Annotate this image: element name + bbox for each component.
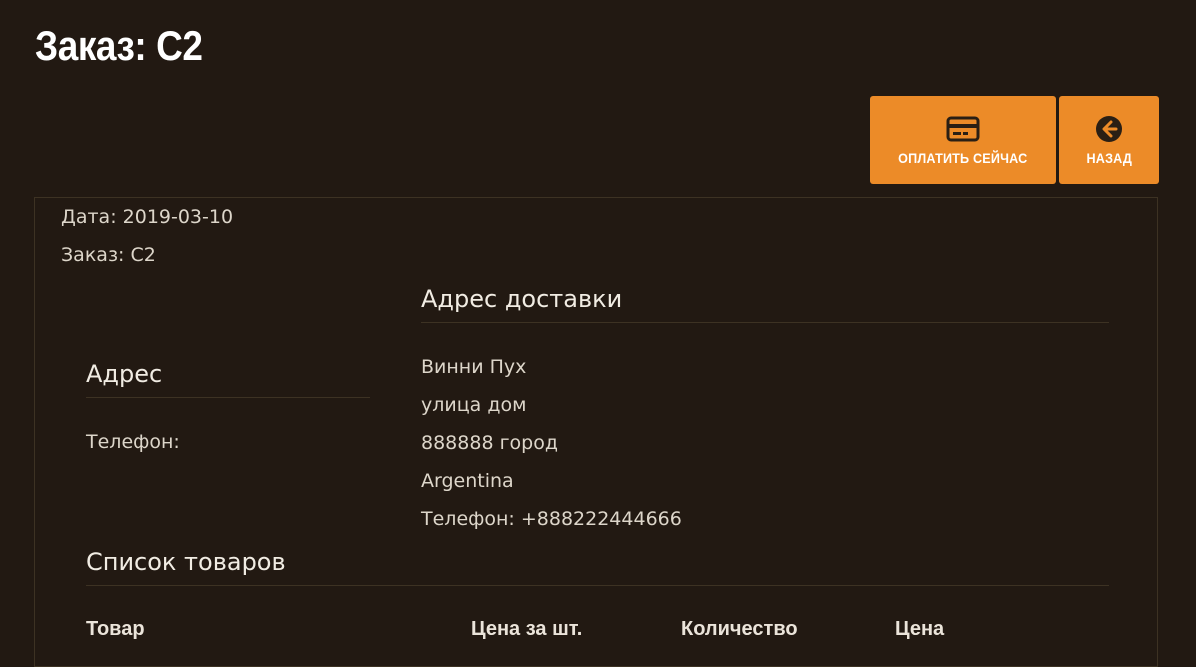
column-header-product: Товар xyxy=(86,618,145,640)
arrow-left-circle-icon xyxy=(1094,115,1124,143)
page-title: Заказ: C2 xyxy=(35,22,203,69)
pay-now-label: ОПЛАТИТЬ СЕЙЧАС xyxy=(898,149,1028,166)
delivery-address-block: Винни Пух улица дом 888888 город Argenti… xyxy=(421,354,682,544)
delivery-name: Винни Пух xyxy=(421,356,527,378)
order-date: Дата: 2019-03-10 xyxy=(61,206,234,228)
back-label: НАЗАД xyxy=(1086,149,1132,166)
column-header-quantity: Количество xyxy=(681,618,798,640)
delivery-country: Argentina xyxy=(421,470,514,492)
delivery-postcode-city: 888888 город xyxy=(421,432,558,454)
pay-now-button[interactable]: ОПЛАТИТЬ СЕЙЧАС xyxy=(870,96,1056,184)
column-header-price: Цена xyxy=(895,618,945,640)
credit-card-icon xyxy=(946,115,980,143)
action-toolbar: ОПЛАТИТЬ СЕЙЧАС НАЗАД xyxy=(870,96,1159,184)
delivery-address-title: Адрес доставки xyxy=(421,285,1109,323)
address-phone-label: Телефон: xyxy=(86,431,180,453)
back-button[interactable]: НАЗАД xyxy=(1059,96,1159,184)
delivery-street: улица дом xyxy=(421,394,527,416)
product-list-title: Список товаров xyxy=(86,548,1109,586)
order-number: Заказ: C2 xyxy=(61,244,156,266)
address-title: Адрес xyxy=(86,360,370,398)
column-header-unit-price: Цена за шт. xyxy=(471,618,583,640)
order-details-panel: Дата: 2019-03-10 Заказ: C2 Адрес доставк… xyxy=(34,197,1158,667)
delivery-phone: Телефон: +888222444666 xyxy=(421,508,682,530)
